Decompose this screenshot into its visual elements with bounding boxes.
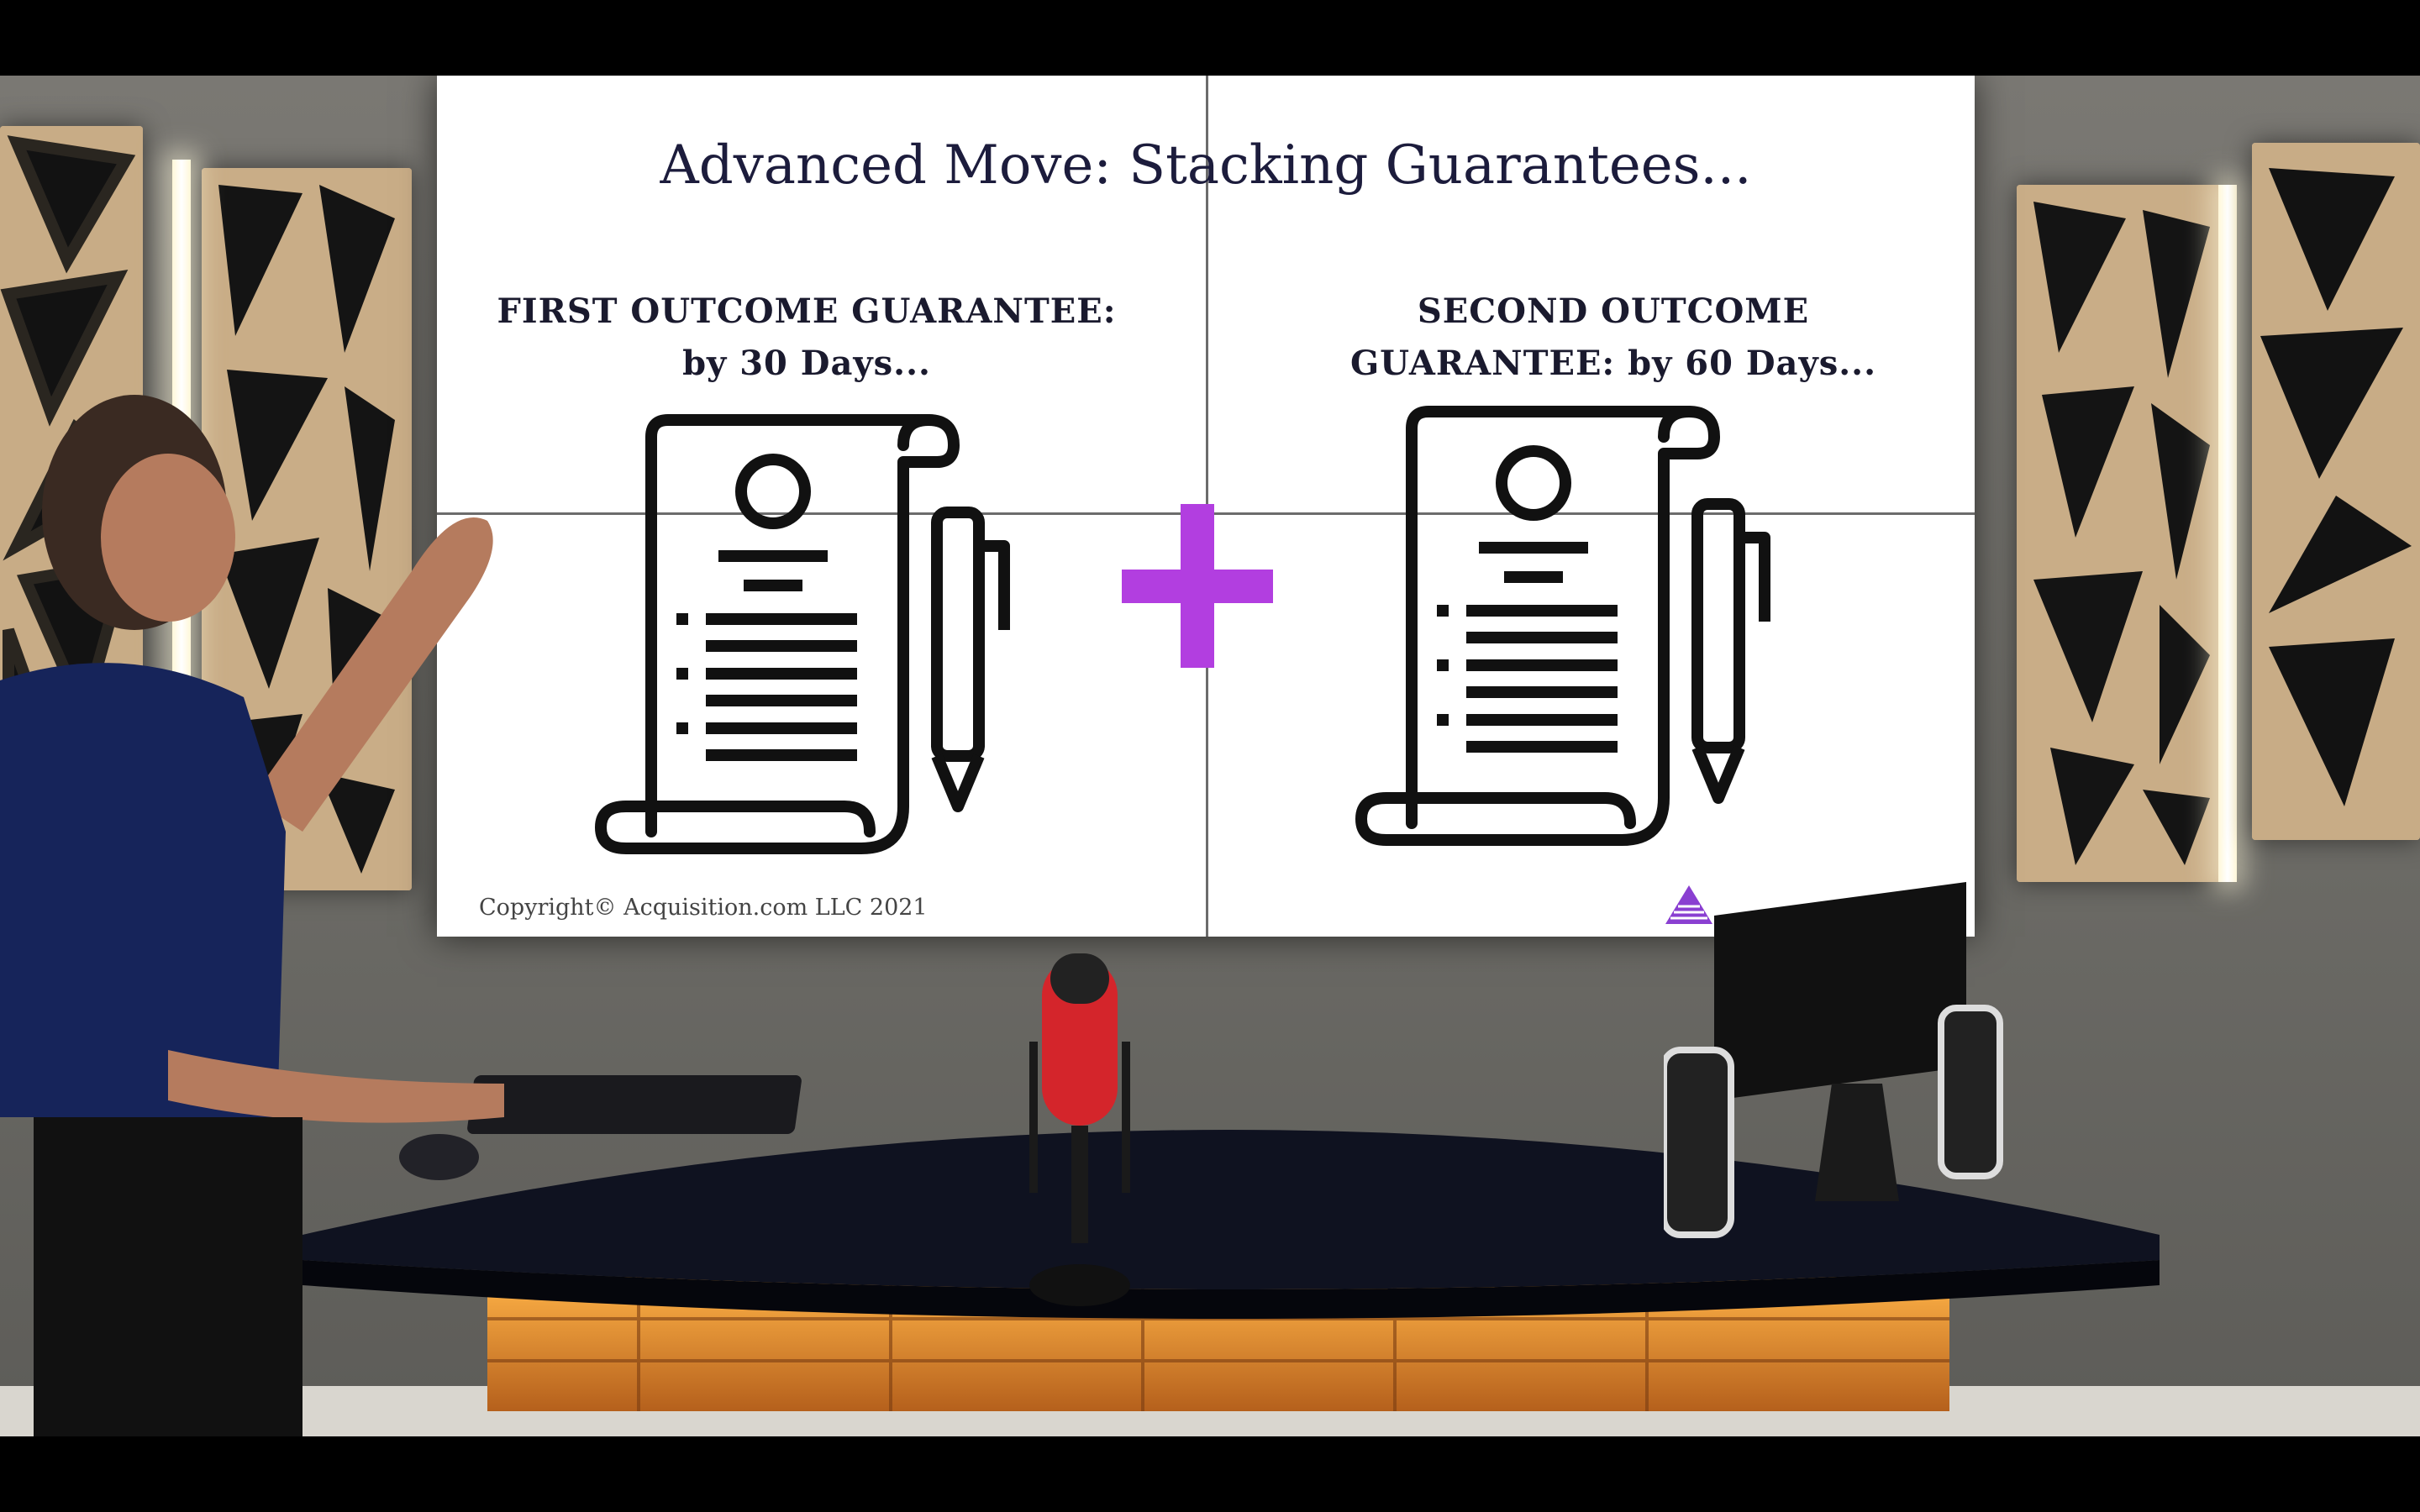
slide-title: Advanced Move: Stacking Guarantees... <box>660 134 1752 197</box>
pen-icon <box>931 507 1010 812</box>
second-guarantee-line1: SECOND OUTCOME <box>1417 291 1810 331</box>
second-guarantee-caption: SECOND OUTCOME GUARANTEE: by 60 Days... <box>1286 286 1941 390</box>
studio-scene: Advanced Move: Stacking Guarantees... FI… <box>0 76 2420 1436</box>
contract-scroll-icon <box>595 414 1010 854</box>
wood-panel-far-right <box>2252 143 2420 840</box>
presenter <box>0 395 504 1436</box>
second-guarantee-line2: GUARANTEE: by 60 Days... <box>1350 344 1876 383</box>
computer-monitor <box>1664 882 2003 1238</box>
pen-icon-right <box>1691 498 1770 804</box>
led-strip-right <box>2218 185 2237 882</box>
letterbox-bottom <box>0 1436 2420 1512</box>
first-guarantee-line1: FIRST OUTCOME GUARANTEE: <box>497 291 1117 331</box>
contract-scroll-icon-right <box>1355 406 1770 846</box>
plus-icon <box>1122 504 1273 668</box>
letterbox-top <box>0 0 2420 76</box>
microphone-icon <box>1029 953 1130 1306</box>
presentation-screen: Advanced Move: Stacking Guarantees... FI… <box>437 76 1975 937</box>
wood-panel-right <box>2017 185 2227 882</box>
